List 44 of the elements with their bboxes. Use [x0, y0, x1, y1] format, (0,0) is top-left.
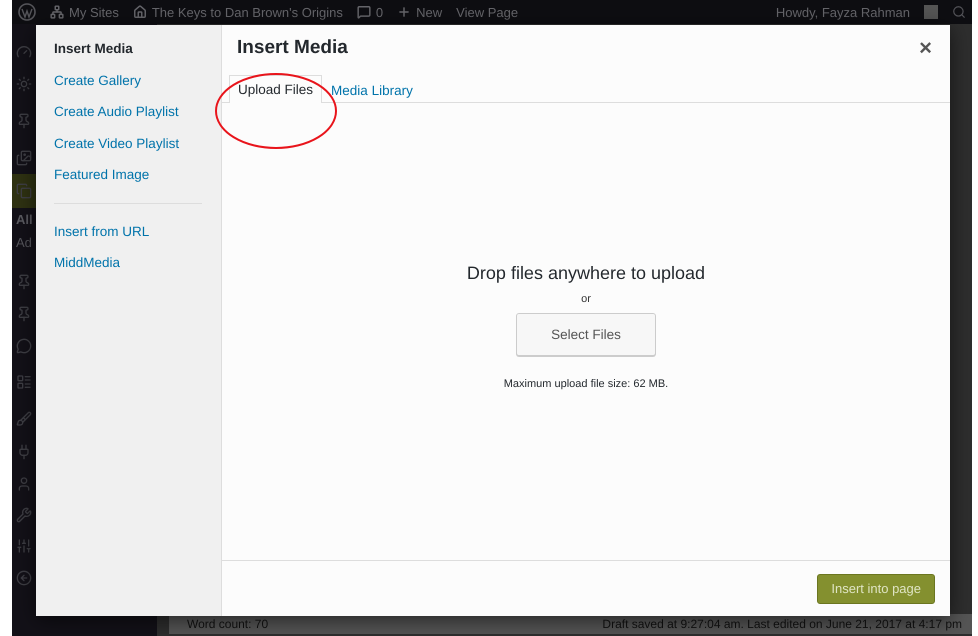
plus-icon	[397, 5, 412, 19]
wordpress-logo-icon[interactable]	[18, 3, 36, 21]
menu-icon[interactable]	[16, 410, 32, 426]
dialog-title: Insert Media	[237, 37, 348, 59]
menu-icon[interactable]	[16, 113, 32, 129]
admin-bar-link[interactable]: View Page	[456, 4, 518, 20]
menu-item[interactable]: Create Audio Playlist	[54, 96, 179, 128]
menu-icon[interactable]	[16, 306, 32, 322]
menu-icon[interactable]	[16, 338, 32, 354]
avatar	[924, 5, 938, 19]
draft-status: Draft saved at 9:27:04 am. Last edited on June 21, 2017 at 4:17 pm	[602, 617, 962, 631]
menu-item[interactable]: Featured Image	[54, 159, 150, 190]
upload-size-note: Maximum upload file size: 62 MB.	[504, 378, 668, 390]
menu-item[interactable]: Create Video Playlist	[54, 128, 180, 159]
sites-icon	[50, 5, 64, 19]
admin-bar-link[interactable]: 0	[356, 4, 384, 20]
admin-bar-link[interactable]: The Keys to Dan Brown's Origins	[132, 4, 343, 20]
menu-icon[interactable]	[16, 76, 32, 92]
select-files-button[interactable]: Select Files	[516, 313, 656, 356]
word-count: Word count: 70	[187, 617, 268, 631]
menu-icon[interactable]	[16, 44, 32, 60]
close-button[interactable]: ×	[919, 37, 932, 59]
drop-heading: Drop files anywhere to upload	[466, 263, 706, 284]
menu-icon[interactable]	[16, 570, 32, 586]
or-text: or	[581, 293, 591, 305]
greeting-link[interactable]: Howdy, Fayza Rahman	[776, 4, 910, 20]
menu-item[interactable]: MiddMedia	[54, 247, 120, 278]
home-icon	[132, 5, 147, 19]
tab[interactable]: Upload Files	[229, 75, 322, 103]
menu-icon[interactable]	[16, 274, 32, 290]
menu-item[interactable]: Insert from URL	[54, 216, 150, 247]
menu-icon[interactable]	[16, 538, 32, 554]
comment-icon	[356, 5, 371, 19]
menu-item[interactable]: Insert Media	[54, 33, 133, 64]
tab[interactable]: Media Library	[322, 76, 422, 103]
menu-item[interactable]: Create Gallery	[54, 64, 142, 96]
menu-icon[interactable]	[16, 150, 32, 166]
menu-icon[interactable]	[16, 507, 32, 523]
menu-icon[interactable]	[16, 183, 32, 199]
admin-bar-link[interactable]: New	[397, 4, 442, 20]
menu-icon[interactable]	[16, 476, 32, 492]
search-icon[interactable]	[952, 5, 966, 19]
admin-bar-link[interactable]: My Sites	[50, 4, 119, 20]
menu-icon[interactable]	[16, 374, 32, 390]
